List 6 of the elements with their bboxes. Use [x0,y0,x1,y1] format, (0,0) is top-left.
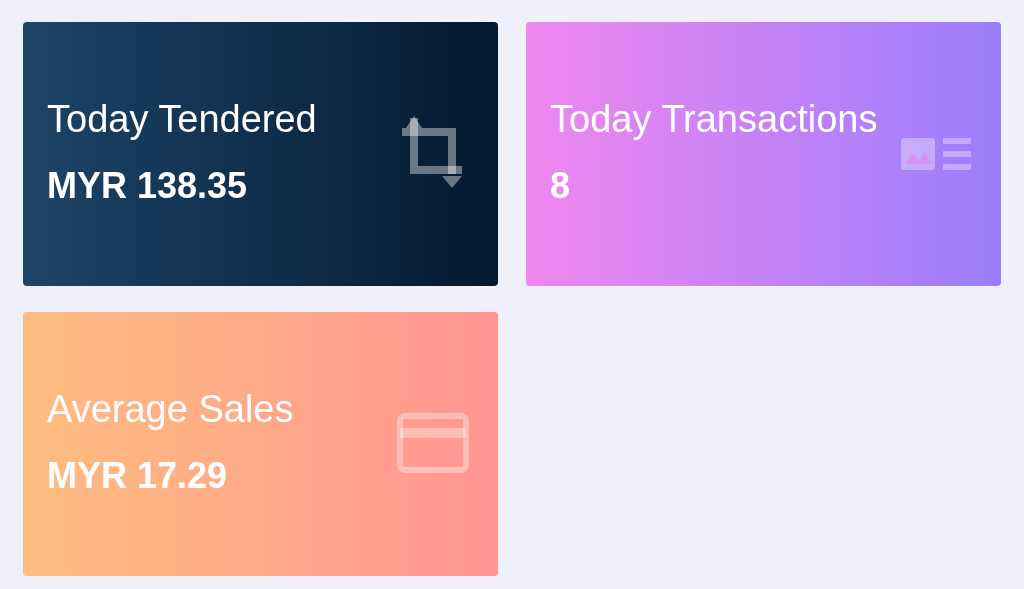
card-title: Today Tendered [47,97,317,143]
card-value: 8 [550,163,572,208]
card-value: MYR 17.29 [47,453,229,498]
card-value: MYR 138.35 [47,163,249,208]
card-title: Today Transactions [550,97,878,143]
card-title: Average Sales [47,387,294,433]
